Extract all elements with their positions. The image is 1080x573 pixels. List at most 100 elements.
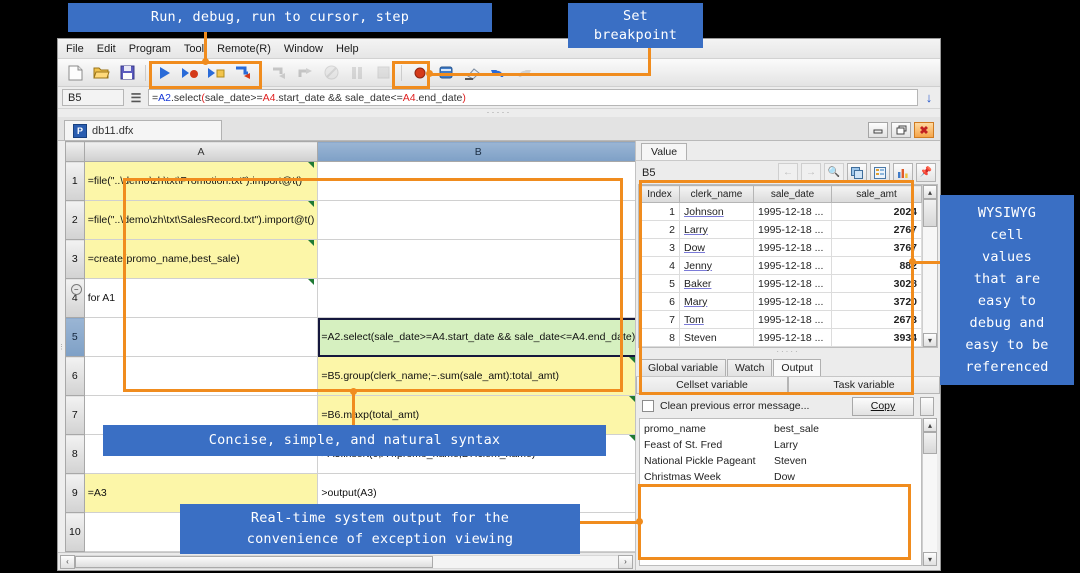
value-cell-sale-date[interactable]: 1995-12-18 ... bbox=[754, 293, 832, 311]
subtab-cellset-variable[interactable]: Cellset variable bbox=[636, 377, 788, 394]
output-vscroll-thumb[interactable] bbox=[923, 432, 937, 454]
grid-col-header-b[interactable]: B bbox=[318, 142, 635, 162]
grid-cell-a4[interactable]: for A1 bbox=[84, 279, 318, 318]
grid-cell-b3[interactable] bbox=[318, 240, 635, 279]
clean-error-checkbox[interactable] bbox=[642, 400, 654, 412]
value-cell-sale-amt[interactable]: 2673 bbox=[832, 311, 922, 329]
value-cell-clerk-name[interactable]: Larry bbox=[680, 221, 754, 239]
scroll-down-icon[interactable]: ▾ bbox=[923, 333, 937, 347]
chevron-down-icon[interactable]: ↓ bbox=[922, 90, 936, 105]
value-link[interactable]: Mary bbox=[684, 296, 707, 308]
vscroll-track[interactable] bbox=[923, 199, 937, 333]
list-view-icon[interactable] bbox=[870, 163, 890, 182]
value-cell-clerk-name[interactable]: Mary bbox=[680, 293, 754, 311]
output-scroll-down-icon[interactable]: ▾ bbox=[923, 552, 937, 566]
value-link[interactable]: Johnson bbox=[684, 206, 724, 218]
save-icon[interactable] bbox=[116, 62, 138, 84]
value-link[interactable]: Jenny bbox=[684, 260, 712, 272]
table-row[interactable]: 5=A2.select(sale_date>=A4.start_date && … bbox=[66, 318, 636, 357]
scroll-up-icon[interactable]: ▴ bbox=[923, 185, 937, 199]
cell-reference-box[interactable]: B5 bbox=[62, 89, 124, 106]
value-cell-sale-amt[interactable]: 2767 bbox=[832, 221, 922, 239]
grid-row-header-6[interactable]: 6 bbox=[66, 357, 85, 396]
grid-row-header-7[interactable]: 7 bbox=[66, 396, 85, 435]
hscroll-thumb[interactable] bbox=[75, 556, 433, 568]
search-icon[interactable]: 🔍 bbox=[824, 163, 844, 182]
tab-global-variable[interactable]: Global variable bbox=[640, 359, 726, 376]
grid-col-header-a[interactable]: A bbox=[84, 142, 318, 162]
grid-cell-b4[interactable] bbox=[318, 279, 635, 318]
value-col-clerk-name[interactable]: clerk_name bbox=[680, 186, 754, 203]
grid-cell-b1[interactable] bbox=[318, 162, 635, 201]
grid-cell-a5[interactable] bbox=[84, 318, 318, 357]
grid-cell-a1[interactable]: =file("..\demo\zh\txt\Promotion.txt").im… bbox=[84, 162, 318, 201]
back-arrow-icon[interactable]: ← bbox=[778, 163, 798, 182]
chart-icon[interactable] bbox=[893, 163, 913, 182]
value-cell-index[interactable]: 8 bbox=[640, 329, 680, 347]
grid-row-header-1[interactable]: 1 bbox=[66, 162, 85, 201]
inspector-splitter[interactable]: ····· bbox=[636, 348, 940, 357]
cellset-grid[interactable]: A B 1=file("..\demo\zh\txt\Promotion.txt… bbox=[65, 141, 635, 552]
open-folder-icon[interactable] bbox=[90, 62, 112, 84]
table-row[interactable]: 4−for A1 bbox=[66, 279, 636, 318]
menu-item-remote[interactable]: Remote(R) bbox=[217, 43, 271, 55]
table-row[interactable]: 5Baker1995-12-18 ...3028 bbox=[640, 275, 922, 293]
table-row[interactable]: 1Johnson1995-12-18 ...2024 bbox=[640, 203, 922, 221]
table-row[interactable]: 7 Tom 1995-12-18 ...2673 bbox=[640, 311, 922, 329]
copy-icon[interactable] bbox=[847, 163, 867, 182]
menu-item-tool[interactable]: Tool bbox=[184, 43, 204, 55]
value-cell-clerk-name[interactable]: Johnson bbox=[680, 203, 754, 221]
value-cell-sale-amt[interactable]: 2024 bbox=[832, 203, 922, 221]
restore-button[interactable] bbox=[891, 122, 911, 138]
value-cell-clerk-name[interactable]: Dow bbox=[680, 239, 754, 257]
run-to-cursor-icon[interactable] bbox=[205, 62, 227, 84]
value-cell-clerk-name[interactable]: Tom bbox=[680, 311, 754, 329]
value-cell-sale-date[interactable]: 1995-12-18 ... bbox=[754, 275, 832, 293]
value-link[interactable]: Baker bbox=[684, 278, 711, 290]
table-row[interactable]: 8Steven1995-12-18 ...3934 bbox=[640, 329, 922, 347]
grid-corner-header[interactable] bbox=[66, 142, 85, 162]
value-cell-index[interactable]: 4 bbox=[640, 257, 680, 275]
table-row[interactable]: 3Dow1995-12-18 ...3767 bbox=[640, 239, 922, 257]
scroll-left-icon[interactable]: ‹ bbox=[60, 555, 75, 569]
close-button[interactable]: ✖ bbox=[914, 122, 934, 138]
value-cell-index[interactable]: 6 bbox=[640, 293, 680, 311]
menu-item-file[interactable]: File bbox=[66, 43, 84, 55]
grid-cell-b6[interactable]: =B5.group(clerk_name;~.sum(sale_amt):tot… bbox=[318, 357, 635, 396]
vscroll-thumb[interactable] bbox=[923, 199, 937, 227]
value-col-sale-date[interactable]: sale_date bbox=[754, 186, 832, 203]
debug-icon[interactable] bbox=[179, 62, 201, 84]
grid-row-header-9[interactable]: 9 bbox=[66, 474, 85, 513]
grid-cell-b2[interactable] bbox=[318, 201, 635, 240]
hscroll-track[interactable] bbox=[75, 555, 618, 569]
document-tab-db11[interactable]: P db11.dfx bbox=[64, 120, 222, 140]
grid-row-header-4[interactable]: 4− bbox=[66, 279, 85, 318]
collapse-block-icon[interactable]: − bbox=[71, 284, 82, 295]
value-table[interactable]: Index clerk_name sale_date sale_amt 1Joh… bbox=[639, 185, 922, 347]
value-cell-index[interactable]: 3 bbox=[640, 239, 680, 257]
menu-item-program[interactable]: Program bbox=[129, 43, 171, 55]
splitter-handle[interactable]: ····· bbox=[58, 109, 940, 117]
value-cell-sale-amt[interactable]: 3028 bbox=[832, 275, 922, 293]
output-text-area[interactable]: promo_name best_sale Feast of St. FredLa… bbox=[639, 418, 922, 566]
forward-arrow-icon[interactable]: → bbox=[801, 163, 821, 182]
pin-icon[interactable]: 📌 bbox=[916, 163, 936, 182]
minimize-button[interactable] bbox=[868, 122, 888, 138]
copy-button[interactable]: Copy bbox=[852, 397, 914, 416]
tab-output[interactable]: Output bbox=[773, 359, 821, 376]
table-row[interactable]: 4Jenny1995-12-18 ...882 bbox=[640, 257, 922, 275]
grid-row-header-5[interactable]: 5 bbox=[66, 318, 85, 357]
value-link[interactable]: Tom bbox=[684, 314, 704, 326]
output-extra-button[interactable] bbox=[920, 397, 934, 416]
grid-cell-a3[interactable]: =create(promo_name,best_sale) bbox=[84, 240, 318, 279]
table-row[interactable]: 2=file("..\demo\zh\txt\SalesRecord.txt")… bbox=[66, 201, 636, 240]
value-cell-sale-amt[interactable]: 882 bbox=[832, 257, 922, 275]
subtab-task-variable[interactable]: Task variable bbox=[788, 377, 940, 394]
table-row[interactable]: 6 Mary 1995-12-18 ...3720 bbox=[640, 293, 922, 311]
output-vscroll-track[interactable] bbox=[923, 432, 937, 552]
value-cell-index[interactable]: 7 bbox=[640, 311, 680, 329]
output-scroll-up-icon[interactable]: ▴ bbox=[923, 418, 937, 432]
value-cell-sale-date[interactable]: 1995-12-18 ... bbox=[754, 311, 832, 329]
value-cell-sale-amt[interactable]: 3720 bbox=[832, 293, 922, 311]
step-icon[interactable] bbox=[231, 62, 253, 84]
